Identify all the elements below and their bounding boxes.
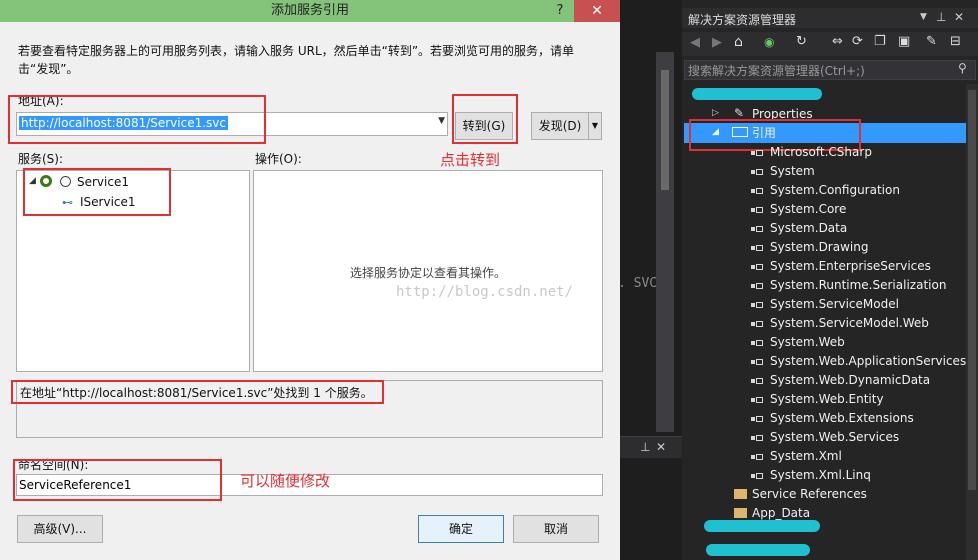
forward-icon[interactable]: ▶ [712,35,722,50]
chevron-down-icon[interactable]: ▼ [438,116,445,126]
reference-item[interactable]: System.Runtime.Serialization [770,276,946,294]
reference-icon [751,377,763,385]
reference-icon [751,149,763,157]
explorer-scroll-thumb[interactable] [968,90,976,490]
help-button[interactable]: ? [548,0,572,22]
annotation-modify-freely: 可以随便修改 [240,472,331,490]
watermark-text: http://blog.csdn.net/ [396,284,574,300]
discover-dropdown-button[interactable]: ▼ [588,112,602,140]
reference-item[interactable]: System.Configuration [770,181,900,199]
reference-item[interactable]: System.Data [770,219,847,237]
highlight-go-button [452,94,518,144]
sync-icon[interactable]: ◉ [764,35,774,49]
redacted-item [706,544,810,556]
reference-icon [751,320,763,328]
reference-icon [751,434,763,442]
expand-properties-icon[interactable]: ▷ [712,108,719,118]
collapse-icon[interactable]: ⇔ [832,34,843,49]
close-explorer-icon[interactable]: ✕ [954,10,964,24]
reference-item[interactable]: System.Web.ApplicationServices [770,352,966,370]
reference-item[interactable]: System.Web [770,333,845,351]
pin-panel-icon[interactable]: ⊥ [936,10,946,24]
reference-item[interactable]: System.Xml.Linq [770,466,871,484]
search-icon[interactable]: ⚲ [958,61,967,75]
reference-item[interactable]: System.Web.Services [770,428,899,446]
close-button[interactable]: ✕ [574,0,620,22]
operations-placeholder: 选择服务协定以查看其操作。 [349,266,506,280]
cancel-button[interactable]: 取消 [513,515,599,543]
reference-icon [751,168,763,176]
discover-button[interactable]: 发现(D) [531,112,589,140]
reference-icon [751,263,763,271]
reference-icon [751,225,763,233]
annotation-click-go: 点击转到 [440,151,501,169]
settings-wrench-icon[interactable]: ✎ [926,34,937,49]
redacted-project-name [692,88,822,100]
ok-button[interactable]: 确定 [418,515,504,543]
editor-scroll-thumb[interactable] [661,70,669,190]
folder-icon [734,489,747,499]
panel-divider [620,436,682,458]
redacted-item [704,520,820,532]
add-service-reference-dialog: 添加服务引用 ? ✕ 若要查看特定服务器上的可用服务列表，请输入服务 URL，然… [0,0,620,560]
back-icon[interactable]: ◀ [690,35,700,50]
reference-icon [751,206,763,214]
instruction-text: 若要查看特定服务器上的可用服务列表，请输入服务 URL，然后单击“转到”。若要浏… [18,44,575,76]
reference-item[interactable]: System.ServiceModel [770,295,899,313]
operations-label: 操作(O): [255,152,302,166]
tree-item-service-references[interactable]: Service References [752,485,867,503]
highlight-status [11,380,384,404]
wrench-icon: ✎ [734,106,745,120]
reference-item[interactable]: Microsoft.CSharp [770,143,872,161]
reference-icon [751,244,763,252]
reference-icon [751,358,763,366]
reference-icon [751,339,763,347]
home-icon[interactable]: ⌂ [734,34,743,50]
show-all-icon[interactable]: ▣ [898,34,910,49]
highlight-address [8,95,266,144]
copy-icon[interactable]: ❐ [874,34,886,49]
folder-icon [734,508,747,518]
explorer-search-input[interactable]: 搜索解决方案资源管理器(Ctrl+;) [688,62,865,79]
reference-icon [751,453,763,461]
reference-item[interactable]: System.EnterpriseServices [770,257,931,275]
reference-item[interactable]: System.Core [770,200,846,218]
close-panel-icon[interactable]: ✕ [656,440,666,454]
highlight-services [23,168,171,216]
reference-icon [751,415,763,423]
advanced-button[interactable]: 高级(V)... [17,515,103,543]
reference-item[interactable]: System.Web.DynamicData [770,371,930,389]
editor-text-fragment: . SVC [618,276,658,291]
reference-item[interactable]: System.ServiceModel.Web [770,314,929,332]
dropdown-icon[interactable]: ▼ [920,12,927,22]
reference-item[interactable]: System.Drawing [770,238,868,256]
reference-item[interactable]: System.Web.Entity [770,390,884,408]
history-icon[interactable]: ↻ [796,34,807,49]
dialog-title: 添加服务引用 [270,3,349,18]
reference-item[interactable]: System.Xml [770,447,842,465]
services-label: 服务(S): [18,152,64,166]
reference-item[interactable]: System [770,162,815,180]
refresh-icon[interactable]: ⟳ [852,34,863,49]
pin-icon[interactable]: ⊥ [640,440,650,454]
reference-icon [751,187,763,195]
solution-explorer-title: 解决方案资源管理器 [688,13,797,27]
reference-icon [751,472,763,480]
reference-icon [751,282,763,290]
reference-icon [751,301,763,309]
reference-item[interactable]: System.Web.Extensions [770,409,914,427]
preview-icon[interactable]: ⊟ [950,34,961,49]
highlight-namespace [13,459,222,501]
reference-icon [751,396,763,404]
